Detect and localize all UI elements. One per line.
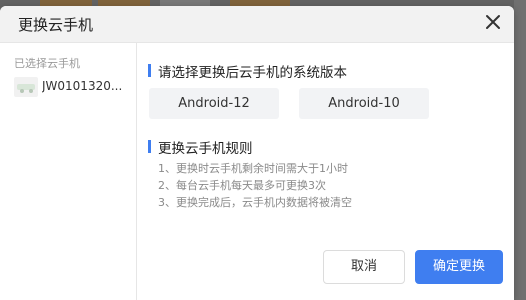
rule-item: 1、更换时云手机剩余时间需大于1小时	[158, 162, 348, 175]
background-edge	[514, 0, 526, 300]
device-name: JW0101320...	[42, 79, 123, 93]
selected-phones-panel: 已选择云手机 JW0101320...	[0, 43, 137, 300]
cancel-button[interactable]: 取消	[323, 250, 405, 284]
rule-item: 3、更换完成后，云手机内数据将被清空	[158, 196, 352, 209]
version-section-title: 请选择更换后云手机的系统版本	[148, 61, 347, 81]
rules-list: 1、更换时云手机剩余时间需大于1小时 2、每台云手机每天最多可更换3次 3、更换…	[158, 160, 352, 211]
dialog-header: 更换云手机	[0, 6, 514, 43]
rule-item: 2、每台云手机每天最多可更换3次	[158, 179, 326, 192]
dialog-title: 更换云手机	[18, 16, 94, 34]
version-option-android-10[interactable]: Android-10	[299, 88, 429, 119]
replace-phone-dialog: 更换云手机 已选择云手机 JW0101320... 请选择更换后云手机的系统版本…	[0, 6, 514, 300]
confirm-replace-button[interactable]: 确定更换	[415, 250, 503, 284]
close-icon[interactable]	[482, 11, 504, 33]
selected-device-item[interactable]: JW0101320...	[14, 74, 132, 100]
version-option-android-12[interactable]: Android-12	[149, 88, 279, 119]
rules-section-title: 更换云手机规则	[148, 137, 253, 157]
phone-thumbnail-icon	[14, 77, 38, 97]
selected-phones-label: 已选择云手机	[14, 57, 80, 70]
